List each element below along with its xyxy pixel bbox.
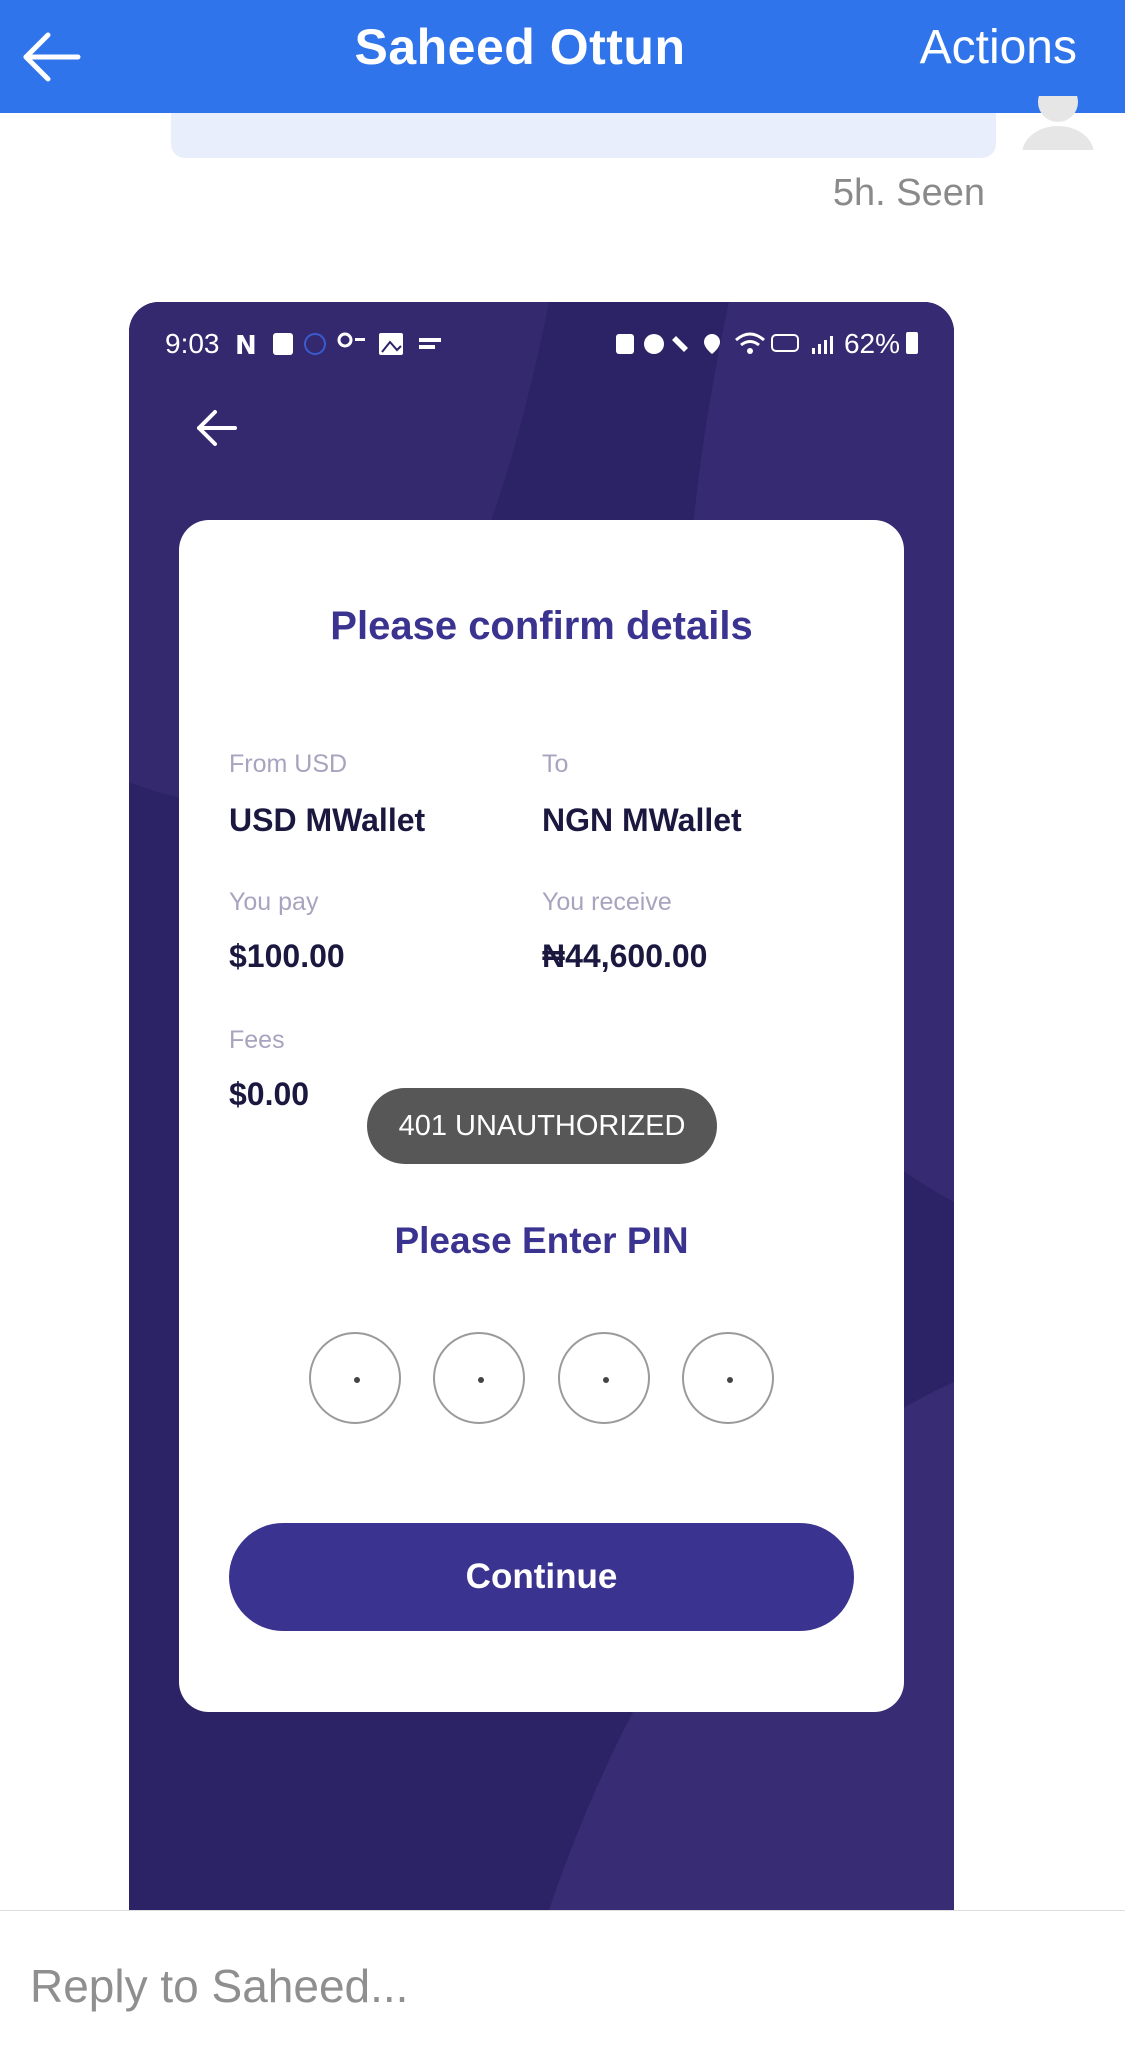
from-value: USD MWallet (229, 802, 426, 838)
to-label: To (542, 750, 569, 778)
battery-icon (906, 332, 918, 354)
pin-digit-1 (309, 1332, 401, 1424)
receive-value: ₦44,600.00 (542, 938, 708, 974)
battery-percent: 62% (843, 328, 900, 359)
reply-composer (0, 1911, 1125, 2057)
fees-label: Fees (229, 1026, 285, 1054)
continue-button: Continue (229, 1523, 854, 1631)
seen-status: 5h. Seen (832, 172, 985, 214)
top-nav-bar: Saheed Ottun Actions (0, 0, 1125, 113)
pin-title: Please Enter PIN (394, 1220, 689, 1261)
phone-status-bar: 9:03 N 62% (165, 324, 918, 364)
fees-value: $0.00 (229, 1076, 310, 1112)
confirm-details-card: Please confirm details From USD USD MWal… (179, 520, 904, 1712)
avatar[interactable] (1020, 96, 1096, 150)
shared-screenshot-image[interactable]: 9:03 N 62% Please confirm details From U… (129, 302, 954, 1910)
receive-label: You receive (542, 888, 672, 916)
inner-back-arrow-icon (197, 410, 237, 446)
pay-value: $100.00 (229, 938, 345, 974)
conversation-title: Saheed Ottun (354, 19, 686, 75)
pin-digit-3 (558, 1332, 650, 1424)
pay-label: You pay (229, 888, 319, 916)
notification-icons: N (235, 331, 441, 358)
from-label: From USD (229, 750, 348, 778)
system-status-icons (616, 332, 833, 354)
svg-text:N: N (235, 331, 257, 358)
back-arrow-icon[interactable] (18, 20, 88, 90)
status-time: 9:03 (165, 328, 220, 359)
reply-input[interactable] (30, 1951, 1090, 2021)
error-toast: 401 UNAUTHORIZED (367, 1088, 717, 1164)
previous-message-bubble[interactable] (171, 113, 996, 158)
pin-digit-4 (682, 1332, 774, 1424)
actions-button[interactable]: Actions (920, 20, 1077, 75)
pin-digit-2 (433, 1332, 525, 1424)
to-value: NGN MWallet (542, 802, 742, 838)
confirm-title: Please confirm details (330, 604, 753, 648)
